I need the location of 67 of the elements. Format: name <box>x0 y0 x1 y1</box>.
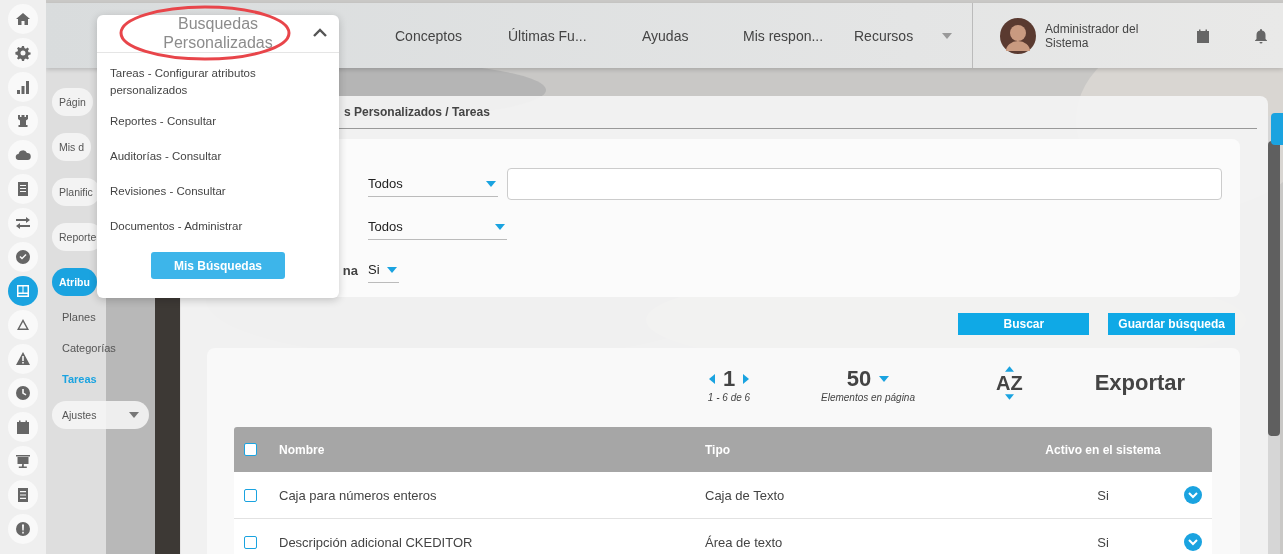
menu-item[interactable]: Revisiones - Consultar <box>97 174 339 209</box>
caret-icon[interactable] <box>387 266 397 273</box>
menu-item[interactable]: Auditorías - Consultar <box>97 139 339 174</box>
menu-item[interactable]: Reportes - Consultar <box>97 104 339 139</box>
warning-icon[interactable] <box>8 344 38 374</box>
sort-up-icon[interactable] <box>1004 366 1014 372</box>
caret-icon[interactable] <box>879 376 890 382</box>
select-field[interactable]: Si <box>368 257 399 283</box>
sort-down-icon[interactable] <box>1004 394 1014 400</box>
approval-icon[interactable] <box>8 242 38 272</box>
list-icon[interactable] <box>8 480 38 510</box>
caret-icon[interactable] <box>129 412 139 418</box>
next-icon[interactable] <box>743 374 750 384</box>
caret-icon[interactable] <box>486 180 496 187</box>
tower-icon[interactable] <box>8 106 38 136</box>
settings-icon[interactable] <box>8 38 38 68</box>
nav-link[interactable]: Recursos <box>854 27 934 44</box>
previous-icon[interactable] <box>708 374 715 384</box>
nav-link[interactable]: Mis respon... <box>743 27 854 44</box>
table-cell-text: Caja de Texto <box>705 487 786 503</box>
table-cell-text: Si <box>1096 487 1110 503</box>
checkbox[interactable] <box>244 443 257 456</box>
expand-icon[interactable] <box>1183 533 1202 551</box>
filter-label: na <box>342 262 358 278</box>
user-name[interactable]: Administrador del Sistema <box>1045 21 1165 50</box>
document-icon[interactable] <box>8 174 38 204</box>
calendar-icon[interactable] <box>8 412 38 442</box>
page-number: 1 <box>722 366 736 392</box>
table-cell-text: Descripción adicional CKEDITOR <box>279 534 474 550</box>
nav-link[interactable]: Conceptos <box>395 27 508 44</box>
sidebar-subitem[interactable]: Categorías <box>62 333 155 364</box>
select-field[interactable]: Todos <box>368 171 498 197</box>
search-field[interactable] <box>507 168 1222 200</box>
network-icon[interactable] <box>8 310 38 340</box>
sidebar-subitem[interactable]: Planes <box>62 302 155 333</box>
range-text: 1 - 6 de 6 <box>707 392 751 403</box>
bar-chart-icon[interactable] <box>8 72 38 102</box>
presentation-icon[interactable] <box>8 446 38 476</box>
breadcrumb: s Personalizados / Tareas <box>344 105 490 119</box>
page-size[interactable]: 50 <box>846 366 872 392</box>
caret-icon[interactable] <box>495 223 505 230</box>
clock-icon[interactable] <box>8 378 38 408</box>
cloud-icon[interactable] <box>8 140 38 170</box>
select-field[interactable]: Todos <box>368 214 507 240</box>
chevron-icon[interactable] <box>313 28 327 37</box>
table-cell-text: Área de texto <box>705 534 784 550</box>
calendar-icon[interactable] <box>1195 27 1211 44</box>
sidebar-item[interactable]: Ajustes <box>52 401 149 429</box>
table-cell-text: Si <box>1096 534 1110 550</box>
home-icon[interactable] <box>8 4 38 34</box>
board-icon[interactable] <box>8 276 38 306</box>
avatar[interactable] <box>1000 17 1036 54</box>
alert-icon[interactable] <box>8 514 38 544</box>
scrollbar[interactable] <box>1268 116 1280 554</box>
page-size-label: Elementos en página <box>821 392 915 403</box>
arrows-icon[interactable] <box>8 208 38 238</box>
sidebar-item[interactable]: Págin <box>52 88 93 116</box>
nav-link[interactable]: Ayudas <box>642 27 743 44</box>
table-cell-text: Caja para números enteros <box>279 487 438 503</box>
export-link[interactable]: Exportar <box>1094 370 1186 396</box>
expand-icon[interactable] <box>1183 486 1202 504</box>
sort-button[interactable]: AZ <box>996 373 1023 393</box>
bell-icon[interactable] <box>1253 27 1269 44</box>
nav-link[interactable]: Últimas Fu... <box>508 27 642 44</box>
checkbox[interactable] <box>244 535 257 549</box>
checkbox[interactable] <box>244 488 257 502</box>
menu-item[interactable]: Tareas - Configurar atributos personalizados <box>97 59 339 104</box>
